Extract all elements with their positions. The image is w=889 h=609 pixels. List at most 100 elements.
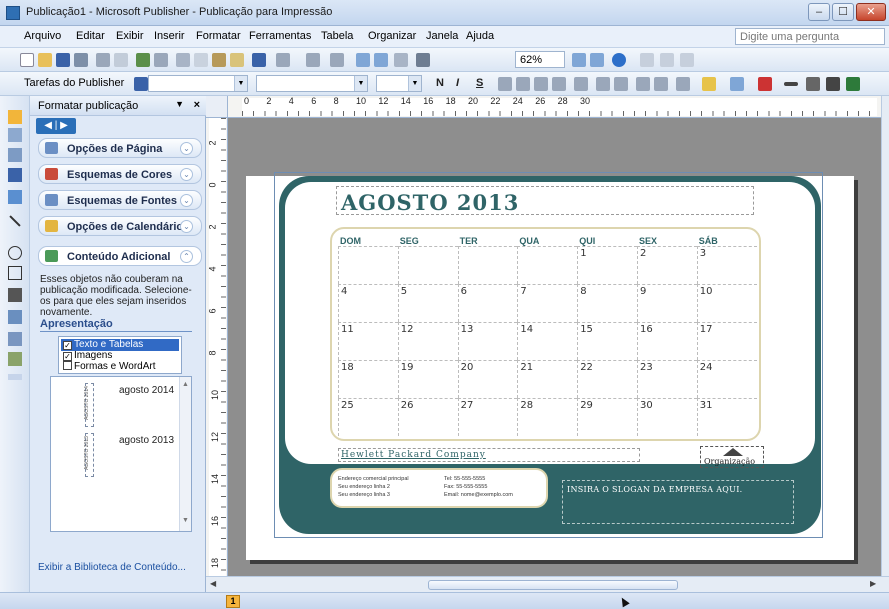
text-box-icon[interactable] [374, 53, 388, 67]
chevron-down-icon[interactable]: ⌄ [180, 220, 193, 233]
rectangle-tool-icon[interactable] [8, 266, 22, 280]
line-color-icon[interactable] [730, 77, 744, 91]
underline-button[interactable]: S [476, 77, 483, 89]
link-icon[interactable] [640, 53, 654, 67]
calendar-day-cell[interactable]: 16 [637, 322, 697, 360]
minimize-button[interactable]: ‒ [808, 3, 830, 21]
group-icon[interactable] [660, 53, 674, 67]
spelling-icon[interactable] [136, 53, 150, 67]
calendar-day-cell[interactable]: 5 [397, 284, 458, 322]
line-tool-icon[interactable] [9, 215, 21, 227]
table-tool-icon[interactable] [8, 148, 22, 162]
page-navigator[interactable]: 1 [226, 595, 240, 608]
calendar-day-cell[interactable]: 30 [637, 398, 697, 436]
section-page-options[interactable]: Opções de Página ⌄ [38, 138, 202, 158]
align-center-icon[interactable] [516, 77, 530, 91]
calendar-day-cell[interactable] [338, 246, 398, 284]
slogan-box[interactable]: INSIRA O SLOGAN DA EMPRESA AQUI. [562, 480, 794, 524]
chevron-down-icon[interactable]: ⌄ [180, 142, 193, 155]
calendar-day-cell[interactable]: 15 [577, 322, 637, 360]
zoom-in-icon[interactable] [590, 53, 604, 67]
menu-inserir[interactable]: Inserir [154, 30, 185, 42]
calendar-day-cell[interactable]: 9 [637, 284, 697, 322]
style-select[interactable]: ▼ [148, 75, 248, 92]
menu-ferramentas[interactable]: Ferramentas [249, 30, 311, 42]
calendar-day-cell[interactable]: 3 [696, 246, 757, 284]
calendar-day-cell[interactable] [457, 246, 518, 284]
menu-tabela[interactable]: Tabela [321, 30, 353, 42]
font-family-select[interactable]: ▼ [256, 75, 368, 92]
help-icon[interactable] [612, 53, 626, 67]
calendar-day-cell[interactable]: 31 [696, 398, 757, 436]
calendar-day-cell[interactable]: 12 [397, 322, 458, 360]
gallery-item-thumbnail[interactable]: AGOSTO 2013 [84, 433, 94, 477]
vertical-scrollbar[interactable] [881, 96, 889, 576]
ruler-corner[interactable] [206, 96, 228, 118]
select-tool-icon[interactable] [8, 110, 22, 124]
ask-question-input[interactable]: Digite uma pergunta [735, 28, 885, 45]
gallery-scrollbar[interactable]: ▲ ▼ [179, 377, 191, 531]
slogan-text[interactable]: INSIRA O SLOGAN DA EMPRESA AQUI. [567, 485, 743, 494]
undo-icon[interactable] [252, 53, 266, 67]
zoom-out-icon[interactable] [572, 53, 586, 67]
menu-janela[interactable]: Janela [426, 30, 458, 42]
increase-indent-icon[interactable] [654, 77, 668, 91]
section-color-schemes[interactable]: Esquemas de Cores ⌄ [38, 164, 202, 184]
task-pane-back-forward[interactable]: ◀ | ▶ [36, 118, 76, 134]
align-icon[interactable] [680, 53, 694, 67]
task-pane-close-icon[interactable]: × [194, 99, 200, 111]
redo-icon[interactable] [276, 53, 290, 67]
calendar-day-cell[interactable]: 1 [577, 246, 637, 284]
calendar-day-cell[interactable]: 28 [517, 398, 578, 436]
section-calendar-options[interactable]: Opções de Calendário ⌄ [38, 216, 202, 236]
calendar-day-cell[interactable] [517, 246, 578, 284]
calendar-day-cell[interactable]: 25 [338, 398, 398, 436]
font-color-icon[interactable] [758, 77, 772, 91]
calendar-day-cell[interactable]: 8 [577, 284, 637, 322]
gallery-item-thumbnail[interactable]: AGOSTO 2014 [84, 383, 94, 427]
oval-tool-icon[interactable] [8, 246, 22, 260]
calendar-day-cell[interactable]: 2 [637, 246, 697, 284]
scroll-right-icon[interactable]: ▶ [870, 579, 876, 588]
line-spacing-icon[interactable] [574, 77, 588, 91]
scroll-up-icon[interactable]: ▲ [182, 381, 189, 388]
company-name[interactable]: Hewlett Packard Company [341, 450, 486, 460]
align-right-icon[interactable] [534, 77, 548, 91]
print-icon[interactable] [74, 53, 88, 67]
calendar-day-cell[interactable]: 11 [338, 322, 398, 360]
numbering-icon[interactable] [596, 77, 610, 91]
autoshapes-tool-icon[interactable] [8, 288, 22, 302]
vertical-ruler[interactable]: 202468101214161820 [206, 118, 228, 576]
scroll-left-icon[interactable]: ◀ [210, 579, 216, 588]
dash-style-icon[interactable] [806, 77, 820, 91]
section-font-schemes[interactable]: Esquemas de Fontes ⌄ [38, 190, 202, 210]
calendar-grid[interactable]: DOM SEG TER QUA QUI SEX SÁB 1 2 3 4 5 6 7 8 9 10 11 12 13 14… [338, 232, 757, 437]
close-button[interactable]: ✕ [856, 3, 886, 21]
calendar-day-cell[interactable]: 19 [397, 360, 458, 398]
horizontal-scroll-thumb[interactable] [428, 580, 678, 590]
calendar-day-cell[interactable]: 7 [517, 284, 578, 322]
menu-exibir[interactable]: Exibir [116, 30, 144, 42]
hotspot-tool-icon[interactable] [8, 310, 22, 324]
wordart-tool-icon[interactable] [8, 168, 22, 182]
shadow-style-icon[interactable] [846, 77, 860, 91]
month-title[interactable]: AGOSTO 2013 [341, 190, 519, 215]
gallery-item-label[interactable]: agosto 2014 [119, 385, 174, 396]
calendar-day-cell[interactable]: 17 [696, 322, 757, 360]
address-box[interactable]: Endereço comercial principal Seu endereç… [330, 468, 548, 508]
save-icon[interactable] [56, 53, 70, 67]
section-additional-content[interactable]: Conteúdo Adicional ⌃ [38, 246, 202, 266]
calendar-day-cell[interactable]: 22 [577, 360, 637, 398]
publisher-app-icon[interactable] [6, 6, 20, 20]
checkbox-shapes-wordart[interactable]: Formas e WordArt [63, 361, 156, 373]
calendar-day-cell[interactable]: 29 [577, 398, 637, 436]
calendar-day-cell[interactable]: 14 [517, 322, 578, 360]
maximize-button[interactable]: ☐ [832, 3, 854, 21]
company-name-box[interactable]: Hewlett Packard Company [338, 448, 640, 462]
special-characters-icon[interactable] [416, 53, 430, 67]
organization-logo-box[interactable]: Organização [700, 446, 764, 468]
month-title-box[interactable]: AGOSTO 2013 [336, 186, 754, 215]
style-icon[interactable] [134, 77, 148, 91]
horizontal-scrollbar[interactable]: ◀ ▶ [206, 576, 889, 592]
open-icon[interactable] [38, 53, 52, 67]
